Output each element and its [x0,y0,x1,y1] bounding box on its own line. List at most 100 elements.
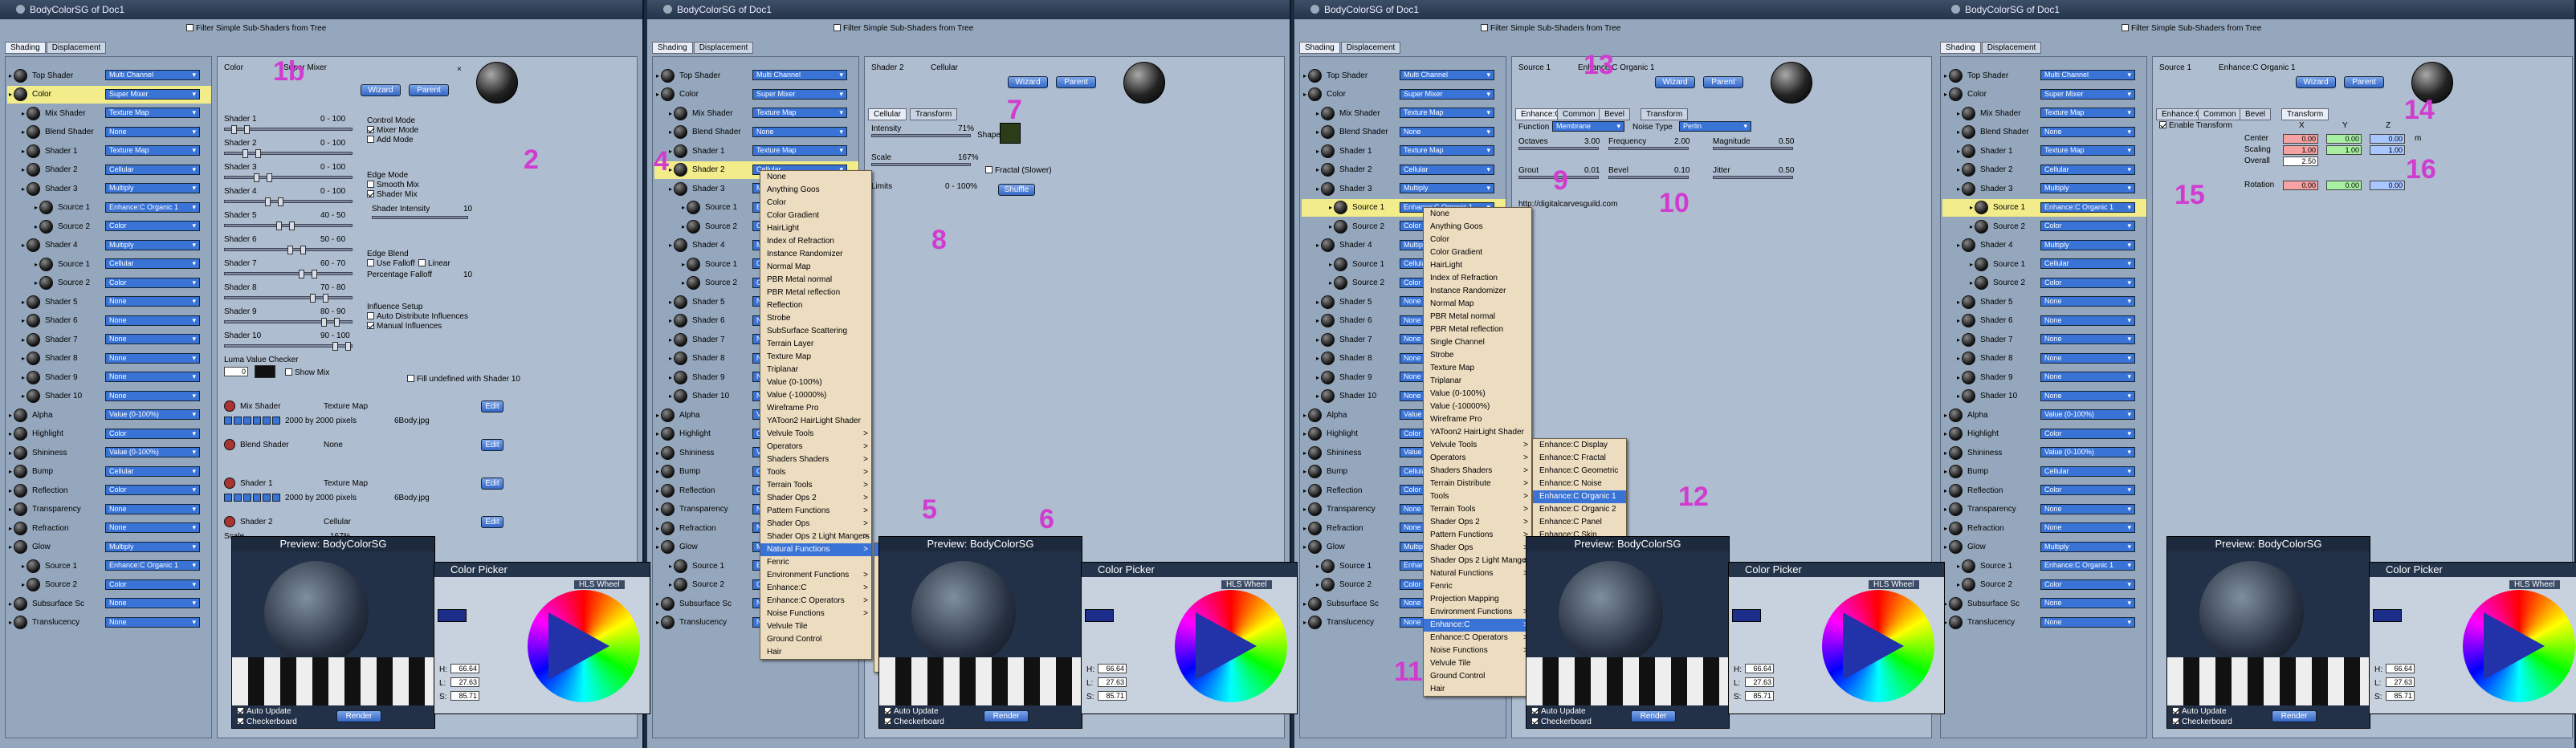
slider-knob[interactable] [231,125,237,134]
edit-button[interactable]: Edit [481,478,503,490]
tree-row-dropdown[interactable]: None [2040,522,2135,533]
slider-knob[interactable] [287,246,293,254]
control-mode-option[interactable]: Mixer Mode [367,126,418,135]
slider-track[interactable] [224,222,353,230]
tree-row-dropdown[interactable]: Cellular [2040,258,2135,269]
transform-field[interactable]: 2.50 [2283,157,2318,166]
edit-button[interactable]: Edit [481,400,503,413]
checkbox[interactable] [2159,121,2166,128]
tool-icon[interactable] [234,494,242,502]
hls-field[interactable]: 27.63 [450,677,479,687]
radio[interactable] [367,190,374,197]
transform-field[interactable]: 0.00 [2326,134,2362,144]
tree-row-dropdown[interactable]: Enhance:C Organic 1 [2040,201,2135,213]
menu-item[interactable]: Enhance:C Operators [1424,632,1531,644]
menu-item[interactable]: HairLight [1424,259,1531,272]
tree-row-dropdown[interactable]: Super Mixer [105,88,200,100]
tree-row-dropdown[interactable]: None [105,334,200,344]
tool-icon[interactable] [224,417,232,425]
filter-option[interactable]: Filter Simple Sub-Shaders from Tree [1481,24,1620,33]
menu-item[interactable]: Value (-10000%) [760,389,871,402]
menu-item[interactable]: Texture Map [1424,362,1531,375]
tab-cellular[interactable]: Cellular [868,108,907,120]
tool-icon[interactable] [234,417,242,425]
tree-row-dropdown[interactable]: Texture Map [752,145,847,156]
render-button[interactable]: Render [336,710,381,722]
tab-bevel[interactable]: Bevel [1599,108,1631,120]
tree-row-dropdown[interactable]: Cellular [2040,465,2135,477]
menu-item[interactable]: Enhance:C Panel [1533,516,1626,529]
frequency-track[interactable] [1608,147,1689,150]
hls-triangle[interactable] [548,612,609,680]
magnitude-track[interactable] [1713,147,1793,150]
tree-row-dropdown[interactable]: None [105,598,200,608]
menu-item[interactable]: Velvule Tile [760,620,871,633]
menu-item[interactable]: Triplanar [1424,375,1531,388]
slider-knob[interactable] [244,125,250,134]
transform-field[interactable]: 0.00 [2370,181,2405,190]
hls-field[interactable]: 66.64 [450,664,479,673]
tree-row-dropdown[interactable]: Color [2040,221,2135,231]
menu-item[interactable]: PBR Metal reflection [760,287,871,299]
tool-icon[interactable] [243,494,251,502]
scale-track[interactable] [871,163,971,166]
menu-item[interactable]: Single Channel [1424,336,1531,349]
menu-item[interactable]: Anything Goos [1424,221,1531,234]
checkbox[interactable] [985,166,992,173]
menu-item[interactable]: Instance Randomizer [1424,285,1531,298]
checkbox[interactable] [884,707,891,714]
menu-item[interactable]: Color Gradient [760,209,871,222]
tree-row-dropdown[interactable]: Color [105,221,200,231]
wizard-button[interactable]: Wizard [1655,76,1695,88]
fill-undefined-option[interactable]: Fill undefined with Shader 10 [407,375,520,384]
tree-row-dropdown[interactable]: Multiply [105,239,200,250]
checkbox[interactable] [2172,707,2179,714]
checkbox[interactable] [285,368,292,376]
radio[interactable] [367,136,374,143]
menu-item[interactable]: Terrain Layer [760,338,871,351]
menu-item[interactable]: Enhance:C Display [1533,439,1626,452]
menu-item[interactable]: Terrain Tools [1424,503,1531,516]
checkbox[interactable] [237,718,244,725]
menu-item[interactable]: Hair [1424,683,1531,696]
tree-row-dropdown[interactable]: Cellular [1400,164,1494,175]
menu-item[interactable]: Value (-10000%) [1424,400,1531,413]
tab-displacement[interactable]: Displacement [693,42,754,54]
tree-row-dropdown[interactable]: Multiply [2040,541,2135,552]
shader-slider-row[interactable]: Shader 4 0 - 100 [224,187,353,206]
menu-item[interactable]: Projection Mapping [1424,593,1531,606]
tool-icon[interactable] [224,494,232,502]
edit-button[interactable]: Edit [481,516,503,528]
tab-shading[interactable]: Shading [652,42,693,54]
menu-item[interactable]: Fenric [1424,580,1531,593]
slider-knob[interactable] [255,149,261,158]
show-mix-option[interactable]: Show Mix [285,368,329,377]
hls-field[interactable]: 85.71 [2386,691,2415,701]
menu-item[interactable]: SubSurface Scattering [760,325,871,338]
tree-row-dropdown[interactable]: None [2040,315,2135,326]
menu-item[interactable]: Enhance:C [1424,619,1531,632]
tab-common[interactable]: Common [1557,108,1601,120]
tree-row-dropdown[interactable]: None [105,296,200,307]
tree-row-dropdown[interactable]: Value (0-100%) [105,409,200,420]
filter-checkbox[interactable] [1481,24,1488,31]
tree-row-dropdown[interactable]: Enhance:C Organic 1 [2040,560,2135,571]
menu-item[interactable]: Color [760,197,871,209]
shader-slider-row[interactable]: Shader 1 0 - 100 [224,115,353,134]
slider-knob[interactable] [299,270,304,278]
menu-item[interactable]: Strobe [1424,349,1531,362]
hls-field[interactable]: 66.64 [2386,664,2415,673]
menu-item[interactable]: Value (0-100%) [1424,388,1531,400]
parent-button[interactable]: Parent [409,84,449,96]
checkbox[interactable] [2172,718,2179,725]
tool-icon[interactable] [253,494,261,502]
hls-field[interactable]: 66.64 [1098,664,1127,673]
render-button[interactable]: Render [1631,710,1676,722]
tab-bevel[interactable]: Bevel [2240,108,2272,120]
close-icon[interactable]: × [457,65,462,74]
tree-row-dropdown[interactable]: Multiply [105,541,200,552]
slider-knob[interactable] [243,149,248,158]
slider-knob[interactable] [254,173,259,182]
hls-field[interactable]: 85.71 [1745,691,1774,701]
edge-mode-option[interactable]: Shader Mix [367,190,418,199]
